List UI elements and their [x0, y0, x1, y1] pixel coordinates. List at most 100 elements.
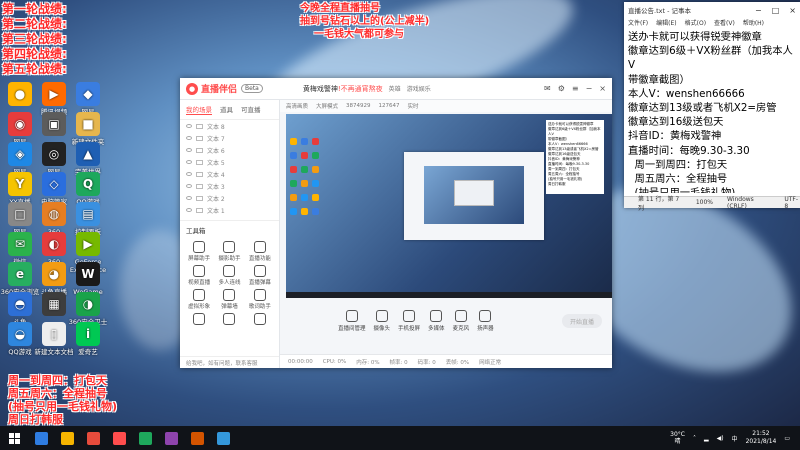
eye-icon[interactable] [186, 172, 192, 176]
streaming-app-window[interactable]: ● 直播伴侣 Beta 黄梅戏警神!不再通宵熬夜 英雄 游戏娱乐 ✉ ⚙ ≡ −… [180, 78, 612, 368]
overlay-left-line: 第四轮战绩: [2, 47, 67, 61]
control-button[interactable]: 手机投屏 [398, 310, 420, 332]
ime-icon[interactable]: 中 [732, 434, 738, 443]
weather-widget[interactable]: 30°C 晴 [670, 431, 685, 445]
status-item: 大屏模式 [316, 104, 339, 110]
desktop-icon[interactable]: ◑360安全卫士 [68, 292, 108, 326]
taskbar-app[interactable] [210, 426, 236, 450]
desktop-app-icon: i [76, 322, 100, 346]
tool-button[interactable]: 屏幕助手 [184, 241, 214, 262]
tool-button[interactable]: 多人连线 [214, 265, 244, 286]
close-icon[interactable]: × [789, 6, 796, 15]
notepad-window[interactable]: 直播公告.txt - 记事本 − □ × 文件(F) 编辑(E) 格式(O) 查看(V… [624, 2, 800, 212]
notepad-menu-item[interactable]: 帮助(H) [743, 18, 764, 28]
taskbar-app[interactable] [54, 426, 80, 450]
control-button[interactable]: 摄像头 [374, 310, 390, 332]
sidebar-tabs: 我的场景 道具 可直播 [180, 100, 279, 120]
tool-button[interactable] [184, 313, 214, 326]
volume-icon[interactable]: ◀) [717, 435, 724, 442]
stream-preview[interactable]: 送办卡就可以获得锐雯神徽章 徽章达到6级＋VX粉丝群（加我本人V 带徽章截图） 本人V… [286, 114, 612, 298]
tool-button[interactable]: 摄影助手 [214, 241, 244, 262]
eye-icon[interactable] [186, 148, 192, 152]
taskbar-app[interactable] [80, 426, 106, 450]
desktop-icon[interactable]: i 爱奇艺 [68, 322, 108, 356]
overlay-bottom-line: (抽号只用一毛钱礼物) [8, 400, 118, 413]
eye-icon[interactable] [186, 124, 192, 128]
tool-button[interactable]: 直播弹幕 [245, 265, 275, 286]
eye-icon[interactable] [186, 136, 192, 140]
start-live-button[interactable]: 开始直播 [562, 314, 602, 328]
status-item: 127647 [378, 103, 400, 109]
close-icon[interactable]: × [599, 84, 606, 93]
tool-button[interactable]: 歌词助手 [245, 289, 275, 310]
control-button[interactable]: 多媒体 [428, 310, 445, 332]
notepad-titlebar[interactable]: 直播公告.txt - 记事本 − □ × [624, 2, 800, 18]
eye-icon[interactable] [186, 196, 192, 200]
notepad-menu-item[interactable]: 格式(O) [685, 18, 706, 28]
source-item[interactable]: 文本 1 [180, 204, 279, 216]
tab-my-scenes[interactable]: 我的场景 [186, 104, 212, 115]
start-button[interactable] [0, 426, 28, 450]
desktop-icon[interactable]: WWeGame [68, 262, 108, 296]
tool-button[interactable]: 虚拟形象 [184, 289, 214, 310]
preview-notepad-mirror: 送办卡就可以获得锐雯神徽章 徽章达到6级＋VX粉丝群（加我本人V 带徽章截图） 本人V… [546, 120, 604, 194]
tool-button[interactable]: 视频直播 [184, 265, 214, 286]
notepad-menu-item[interactable]: 文件(F) [628, 18, 648, 28]
notepad-text-area[interactable]: 送办卡就可以获得锐雯神徽章 徽章达到6级＋VX粉丝群（加我本人V 带徽章截图） 本人V… [624, 28, 800, 193]
control-button[interactable]: 扬声器 [477, 310, 494, 332]
clock[interactable]: 21:52 2021/8/14 [746, 430, 777, 446]
source-item[interactable]: 文本 5 [180, 156, 279, 168]
mail-icon[interactable]: ✉ [544, 84, 551, 93]
preview-desktop-icon [290, 194, 297, 201]
desktop-icon[interactable]: ◆网易 [68, 82, 108, 116]
eye-icon[interactable] [186, 184, 192, 188]
notepad-menu-item[interactable]: 编辑(E) [656, 18, 676, 28]
stream-category[interactable]: 游戏娱乐 [407, 84, 431, 93]
settings-icon[interactable]: ⚙ [558, 84, 565, 93]
stream-tag[interactable]: 英雄 [389, 84, 401, 93]
tool-button[interactable]: 直播功能 [245, 241, 275, 262]
sidebar-footer[interactable]: 给我吧，如有问题，联系客服 [180, 356, 279, 368]
overlay-left: 第一轮战绩: 第二轮战绩: 第三轮战绩: 第四轮战绩: 第五轮战绩: [2, 2, 67, 77]
taskbar-app[interactable] [184, 426, 210, 450]
tool-button[interactable] [245, 313, 275, 326]
tab-live[interactable]: 可直播 [241, 104, 261, 115]
source-item[interactable]: 文本 2 [180, 192, 279, 204]
network-icon[interactable]: ▂ [704, 435, 709, 442]
app-titlebar[interactable]: ● 直播伴侣 Beta 黄梅戏警神!不再通宵熬夜 英雄 游戏娱乐 ✉ ⚙ ≡ −… [180, 78, 612, 100]
control-button[interactable]: 直播间管理 [338, 310, 366, 332]
chevron-up-icon[interactable]: ˄ [693, 435, 696, 442]
tool-button[interactable] [214, 313, 244, 326]
beta-badge: Beta [241, 84, 263, 93]
notification-icon[interactable]: ▭ [784, 435, 790, 442]
source-item[interactable]: 文本 3 [180, 180, 279, 192]
desktop-icon[interactable]: ■新建文件夹 [68, 112, 108, 146]
source-item[interactable]: 文本 4 [180, 168, 279, 180]
taskbar-app[interactable] [28, 426, 54, 450]
eye-icon[interactable] [186, 160, 192, 164]
minimize-icon[interactable]: − [755, 6, 762, 15]
control-button[interactable]: 麦克风 [453, 310, 469, 332]
menu-icon[interactable]: ≡ [572, 84, 579, 93]
tool-button[interactable]: 弹幕墙 [214, 289, 244, 310]
source-item[interactable]: 文本 7 [180, 132, 279, 144]
taskbar-app[interactable] [132, 426, 158, 450]
minimize-icon[interactable]: − [586, 84, 593, 93]
preview-desktop-icon [290, 208, 297, 215]
desktop-icon[interactable]: QQQ游戏 [68, 172, 108, 206]
source-item[interactable]: 文本 6 [180, 144, 279, 156]
tab-props[interactable]: 道具 [220, 104, 233, 115]
stream-title[interactable]: 黄梅戏警神!不再通宵熬夜 [303, 84, 383, 94]
source-item[interactable]: 文本 8 [180, 120, 279, 132]
taskbar-app[interactable] [106, 426, 132, 450]
maximize-icon[interactable]: □ [772, 6, 780, 15]
eye-icon[interactable] [186, 208, 192, 212]
desktop-icon[interactable]: ▲完美世界 [68, 142, 108, 176]
overlay-left-line: 第三轮战绩: [2, 32, 67, 46]
system-tray: 30°C 晴 ˄ ▂ ◀) 中 21:52 2021/8/14 ▭ [670, 430, 800, 446]
desktop-icon[interactable]: ▤控制面板 [68, 202, 108, 236]
taskbar-app[interactable] [158, 426, 184, 450]
source-label: 文本 1 [207, 207, 225, 215]
notepad-menu-item[interactable]: 查看(V) [714, 18, 735, 28]
control-label: 手机投屏 [398, 326, 421, 332]
